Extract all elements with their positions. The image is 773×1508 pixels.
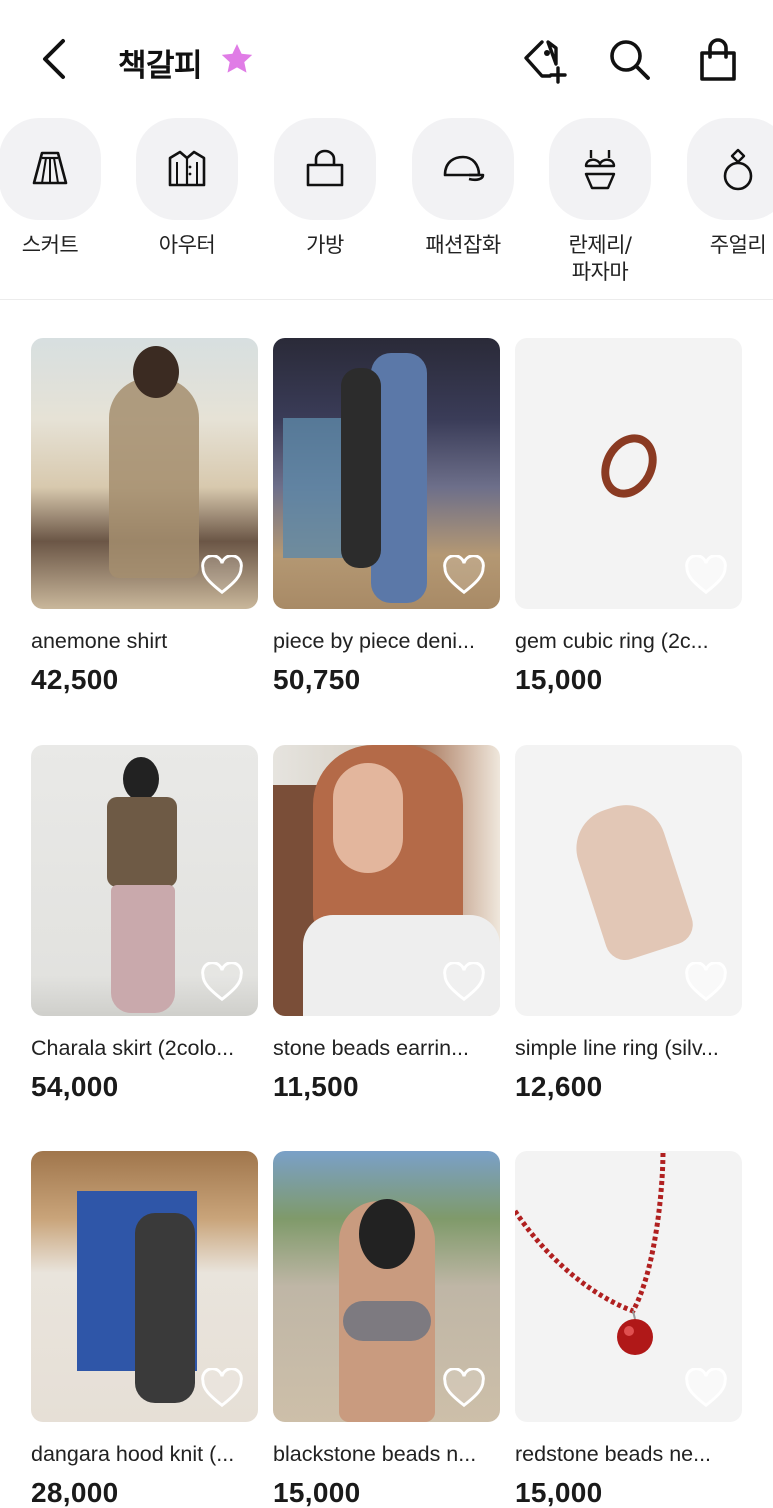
product-image[interactable] [31, 1151, 258, 1422]
bag-icon [306, 149, 344, 187]
category-bag[interactable]: 가방 [274, 118, 376, 259]
category-label: 패션잡화 [425, 233, 501, 257]
star-icon[interactable] [218, 40, 256, 78]
product-price: 28,000 [31, 1477, 119, 1508]
product-image[interactable] [515, 745, 742, 1016]
product-price: 50,750 [273, 664, 361, 695]
heart-icon[interactable] [442, 555, 486, 595]
category-strip: 스커트 아우터 가방 패션잡화 란제리/ 파자마 주얼리 [0, 118, 773, 300]
chevron-left-icon [43, 39, 65, 79]
category-label: 아우터 [158, 233, 216, 257]
product-price: 42,500 [31, 664, 119, 695]
photo-figure [107, 797, 177, 887]
category-outer[interactable]: 아우터 [136, 118, 238, 259]
product-name[interactable]: simple line ring (silv... [515, 1036, 742, 1061]
search-icon [610, 40, 650, 80]
product-image[interactable] [515, 1151, 742, 1422]
product-card[interactable]: dangara hood knit (... 28,000 [31, 1151, 258, 1508]
photo-figure-head [123, 757, 159, 801]
jacket-icon [168, 150, 206, 187]
cart-button[interactable] [694, 36, 742, 84]
category-label: 가방 [306, 233, 344, 257]
product-price: 15,000 [515, 1477, 603, 1508]
product-card[interactable]: anemone shirt 42,500 [31, 338, 258, 696]
product-name[interactable]: redstone beads ne... [515, 1442, 742, 1467]
product-image[interactable] [273, 1151, 500, 1422]
category-fashion-goods[interactable]: 패션잡화 [412, 118, 514, 259]
product-price: 15,000 [515, 664, 603, 695]
heart-icon[interactable] [442, 962, 486, 1002]
product-price: 12,600 [515, 1071, 603, 1102]
product-card[interactable]: redstone beads ne... 15,000 [515, 1151, 742, 1508]
shopping-bag-icon [700, 38, 736, 81]
product-name[interactable]: dangara hood knit (... [31, 1442, 258, 1467]
photo-skirt [111, 885, 175, 1013]
product-image[interactable] [273, 745, 500, 1016]
category-label: 스커트 [21, 233, 79, 257]
product-name[interactable]: blackstone beads n... [273, 1442, 500, 1467]
product-image[interactable] [515, 338, 742, 609]
product-card[interactable]: gem cubic ring (2c... 15,000 [515, 338, 742, 696]
product-card[interactable]: piece by piece deni... 50,750 [273, 338, 500, 696]
heart-icon[interactable] [442, 1368, 486, 1408]
category-jewelry[interactable]: 주얼리 [687, 118, 773, 259]
product-card[interactable]: blackstone beads n... 15,000 [273, 1151, 500, 1508]
category-skirt[interactable]: 스커트 [0, 118, 101, 259]
skirt-icon [32, 151, 68, 185]
coupon-button[interactable] [520, 36, 568, 84]
top-app-bar: 책갈피 [0, 0, 773, 118]
category-icon-bg [274, 118, 376, 220]
category-lingerie[interactable]: 란제리/ 파자마 [549, 118, 651, 286]
product-price: 54,000 [31, 1071, 119, 1102]
page-title: 책갈피 [118, 48, 203, 84]
back-button[interactable] [30, 30, 78, 88]
photo-face [333, 763, 403, 873]
lingerie-icon [584, 150, 616, 190]
product-name[interactable]: Charala skirt (2colo... [31, 1036, 258, 1061]
photo-hand [566, 794, 698, 966]
heart-icon[interactable] [684, 1368, 728, 1408]
ring-icon [723, 148, 753, 191]
product-card[interactable]: stone beads earrin... 11,500 [273, 745, 500, 1103]
category-icon-bg [136, 118, 238, 220]
heart-icon[interactable] [684, 555, 728, 595]
product-image[interactable] [273, 338, 500, 609]
photo-figure [109, 378, 199, 578]
product-name[interactable]: anemone shirt [31, 629, 258, 654]
product-name[interactable]: stone beads earrin... [273, 1036, 500, 1061]
product-name[interactable]: gem cubic ring (2c... [515, 629, 742, 654]
product-image[interactable] [31, 338, 258, 609]
category-icon-bg [687, 118, 773, 220]
search-button[interactable] [606, 36, 654, 84]
product-price: 11,500 [273, 1071, 359, 1102]
product-image[interactable] [31, 745, 258, 1016]
photo-ring [590, 424, 668, 508]
cap-icon [443, 155, 485, 182]
photo-figure [341, 368, 381, 568]
category-label: 란제리/ 파자마 [568, 233, 632, 284]
category-label: 주얼리 [709, 233, 767, 257]
heart-icon[interactable] [200, 1368, 244, 1408]
photo-figure-head [133, 346, 179, 398]
product-card[interactable]: Charala skirt (2colo... 54,000 [31, 745, 258, 1103]
photo-figure [135, 1213, 195, 1403]
heart-icon[interactable] [200, 555, 244, 595]
photo-bikini [343, 1301, 431, 1341]
product-price: 15,000 [273, 1477, 361, 1508]
product-card[interactable]: simple line ring (silv... 12,600 [515, 745, 742, 1103]
category-icon-bg [549, 118, 651, 220]
category-icon-bg [412, 118, 514, 220]
category-icon-bg [0, 118, 101, 220]
photo-figure-head [359, 1199, 415, 1269]
heart-icon[interactable] [684, 962, 728, 1002]
photo-machine [283, 418, 343, 558]
product-name[interactable]: piece by piece deni... [273, 629, 500, 654]
coupon-tag-icon [524, 40, 567, 84]
heart-icon[interactable] [200, 962, 244, 1002]
